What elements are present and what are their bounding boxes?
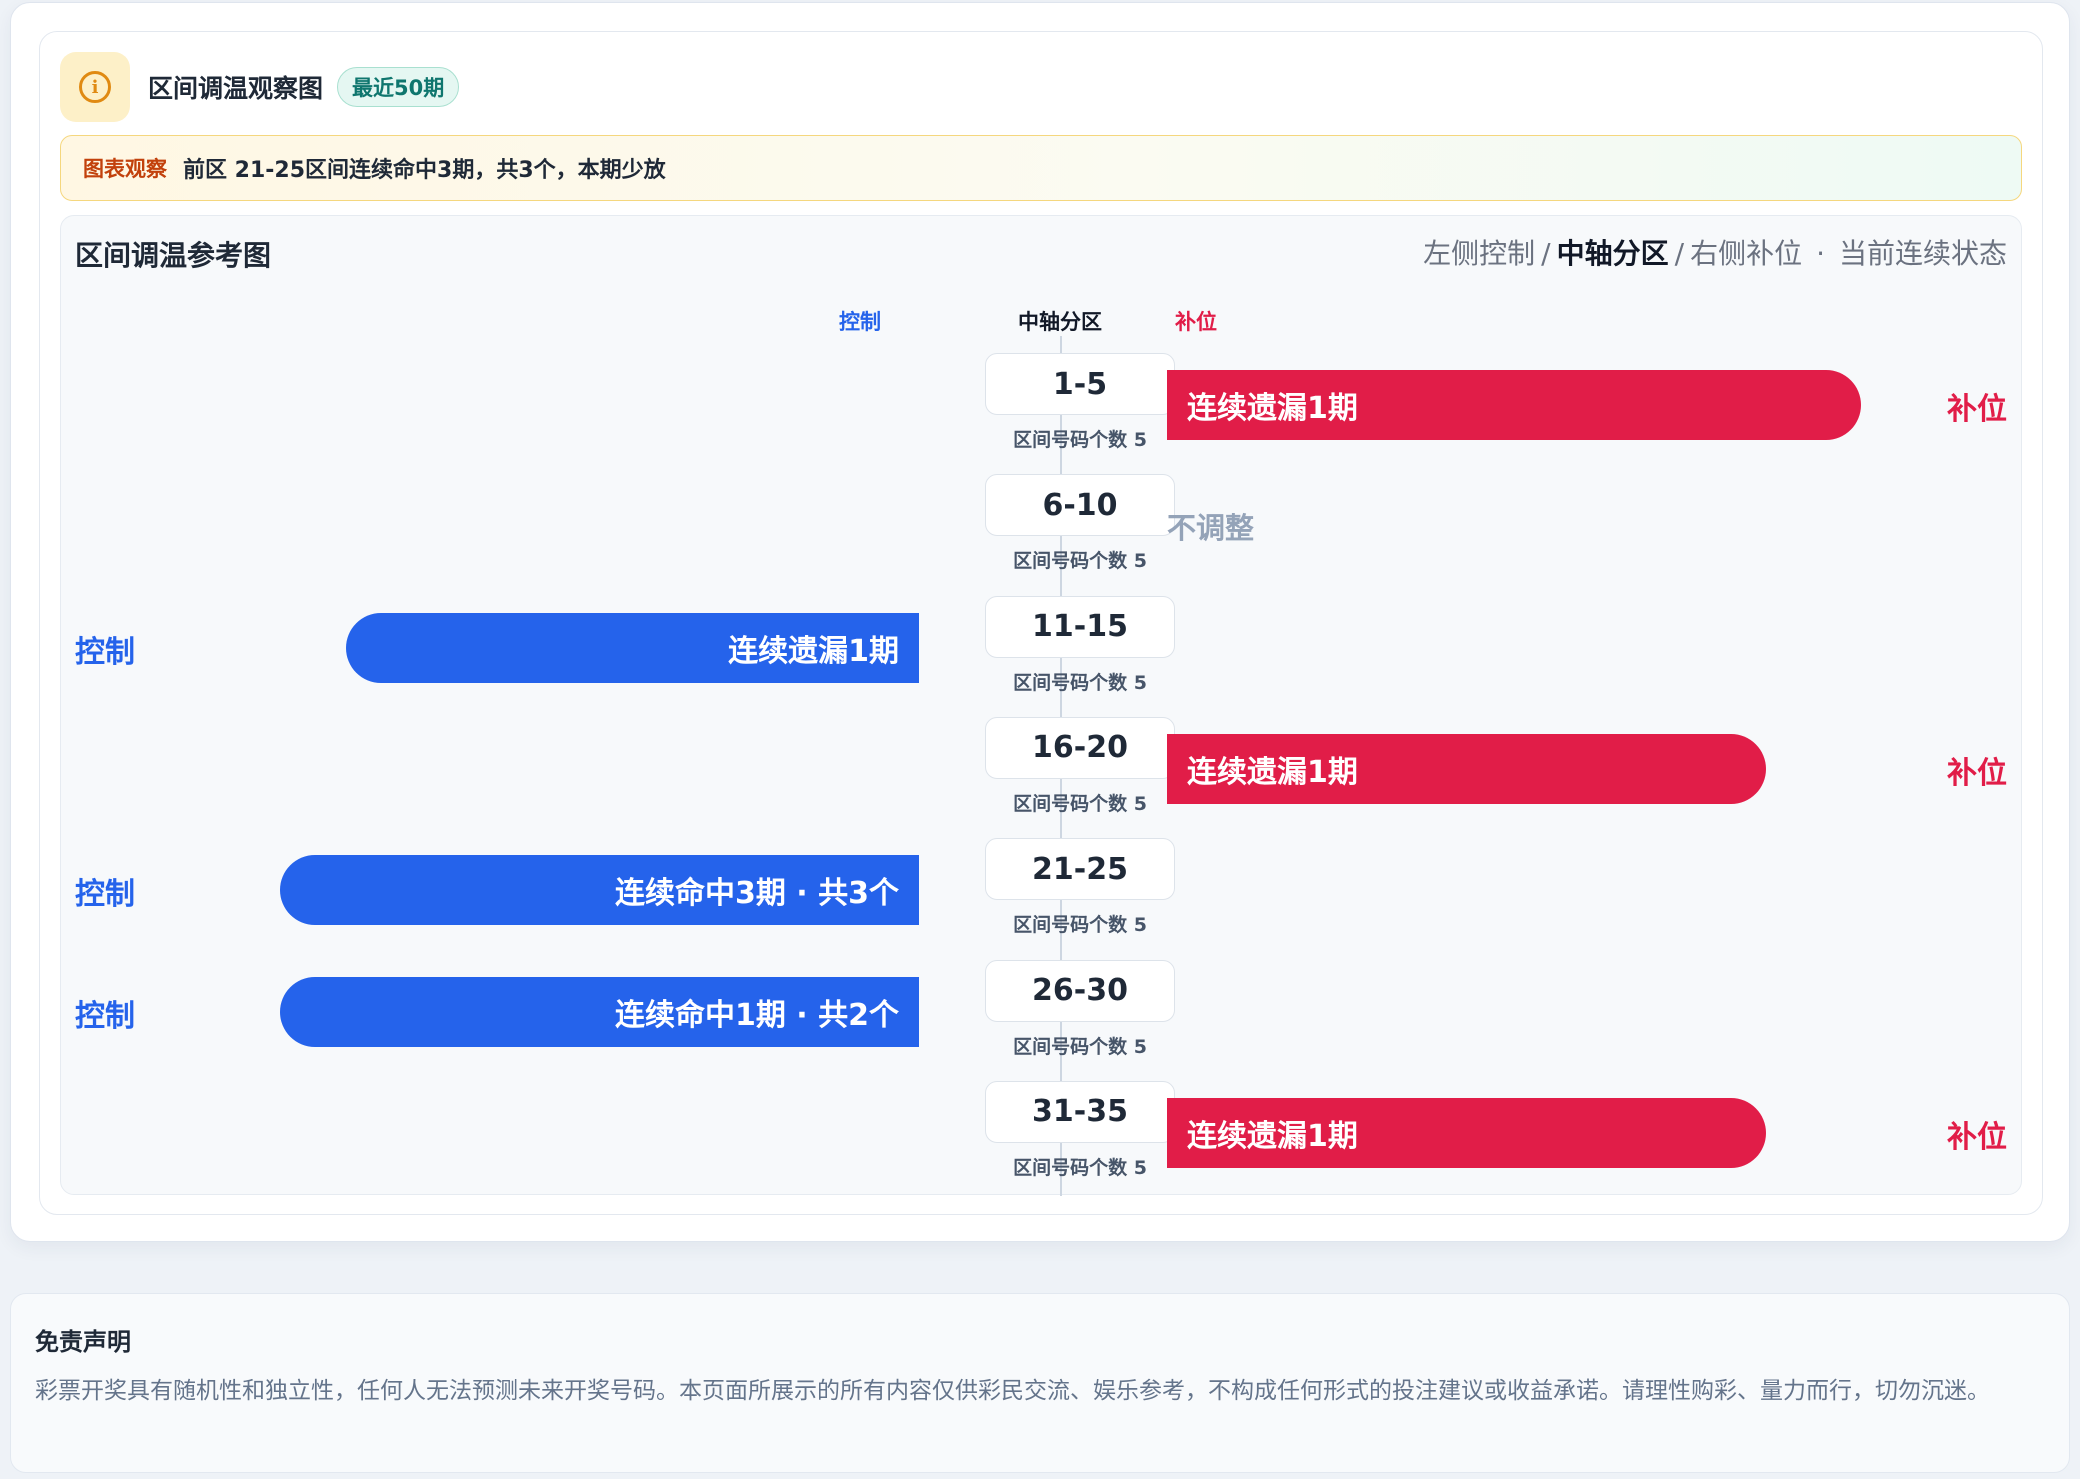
legend-dot: · bbox=[1816, 237, 1825, 270]
legend-right: 右侧补位 bbox=[1690, 237, 1803, 270]
no-adjust-label: 不调整 bbox=[1167, 511, 1255, 546]
zone-temperature-inner: i 区间调温观察图 最近50期 图表观察 前区 21-25区间连续命中3期，共3… bbox=[39, 31, 2043, 1215]
zone-label: 6-10 bbox=[985, 474, 1175, 537]
bar-text: 连续命中3期 · 共3个 bbox=[614, 876, 899, 912]
disclaimer-card: 免责声明 彩票开奖具有随机性和独立性，任何人无法预测未来开奖号码。本页面所展示的… bbox=[10, 1293, 2070, 1473]
zone-label: 21-25 bbox=[985, 838, 1175, 901]
observation-bar: 图表观察 前区 21-25区间连续命中3期，共3个，本期少放 bbox=[60, 135, 2022, 201]
chart-legend: 左侧控制 / 中轴分区 / 右侧补位 · 当前连续状态 bbox=[1423, 232, 2007, 272]
observation-text: 前区 21-25区间连续命中3期，共3个，本期少放 bbox=[183, 158, 666, 183]
zone-count-label: 区间号码个数 5 bbox=[1013, 429, 1147, 451]
legend-separator: / bbox=[1541, 237, 1551, 270]
fill-bar: 连续遗漏1期 bbox=[1167, 733, 1766, 804]
zone-count-label: 区间号码个数 5 bbox=[1013, 550, 1147, 573]
legend-state: 当前连续状态 bbox=[1838, 237, 2007, 270]
legend-center: 中轴分区 bbox=[1556, 237, 1669, 270]
bar-text: 连续遗漏1期 bbox=[1187, 754, 1358, 790]
column-header-axis: 中轴分区 bbox=[1018, 310, 1102, 334]
chart-title: 区间调温参考图 bbox=[75, 239, 272, 272]
zone-count-label: 区间号码个数 5 bbox=[1013, 1156, 1147, 1179]
control-bar: 连续命中3期 · 共3个 bbox=[280, 855, 919, 926]
control-bar: 连续遗漏1期 bbox=[346, 612, 919, 683]
zone-count-label: 区间号码个数 5 bbox=[1013, 914, 1147, 937]
zone-label: 26-30 bbox=[985, 959, 1175, 1022]
control-label: 控制 bbox=[75, 877, 135, 913]
bar-text: 连续遗漏1期 bbox=[728, 633, 899, 669]
column-header-control: 控制 bbox=[839, 310, 881, 334]
fill-label: 补位 bbox=[1947, 1119, 2007, 1155]
disclaimer-text: 彩票开奖具有随机性和独立性，任何人无法预测未来开奖号码。本页面所展示的所有内容仅… bbox=[35, 1378, 1990, 1404]
column-header-fill: 补位 bbox=[1175, 310, 1217, 334]
chart-panel: 区间调温参考图 左侧控制 / 中轴分区 / 右侧补位 · 当前连续状态 控制 中轴分区 补位… bbox=[60, 215, 2022, 1196]
fill-label: 补位 bbox=[1947, 755, 2007, 791]
control-label: 控制 bbox=[75, 634, 135, 670]
info-icon-box: i bbox=[60, 52, 130, 122]
bar-text: 连续命中1期 · 共2个 bbox=[614, 997, 899, 1033]
zone-label: 31-35 bbox=[985, 1080, 1175, 1143]
bar-text: 连续遗漏1期 bbox=[1187, 1118, 1358, 1154]
zone-temperature-card: i 区间调温观察图 最近50期 图表观察 前区 21-25区间连续命中3期，共3… bbox=[10, 2, 2070, 1242]
zone-label: 1-5 bbox=[985, 353, 1175, 415]
card-title: 区间调温观察图 bbox=[148, 74, 324, 103]
fill-bar: 连续遗漏1期 bbox=[1167, 1097, 1766, 1168]
bar-text: 连续遗漏1期 bbox=[1187, 391, 1358, 426]
zone-label: 11-15 bbox=[985, 595, 1175, 658]
zone-count-label: 区间号码个数 5 bbox=[1013, 1035, 1147, 1058]
legend-separator: / bbox=[1674, 237, 1685, 270]
legend-left: 左侧控制 bbox=[1423, 237, 1536, 270]
zone-count-label: 区间号码个数 5 bbox=[1013, 671, 1147, 694]
zone-count-label: 区间号码个数 5 bbox=[1013, 792, 1147, 815]
fill-bar: 连续遗漏1期 bbox=[1167, 370, 1861, 440]
fill-label: 补位 bbox=[1947, 392, 2007, 427]
period-badge: 最近50期 bbox=[337, 67, 460, 107]
disclaimer-title: 免责声明 bbox=[35, 1328, 131, 1356]
zone-label: 16-20 bbox=[985, 716, 1175, 779]
control-label: 控制 bbox=[75, 998, 135, 1034]
observation-label: 图表观察 bbox=[83, 157, 167, 181]
control-bar: 连续命中1期 · 共2个 bbox=[280, 976, 919, 1047]
card-header: i 区间调温观察图 最近50期 bbox=[60, 52, 460, 122]
info-icon: i bbox=[79, 71, 111, 103]
